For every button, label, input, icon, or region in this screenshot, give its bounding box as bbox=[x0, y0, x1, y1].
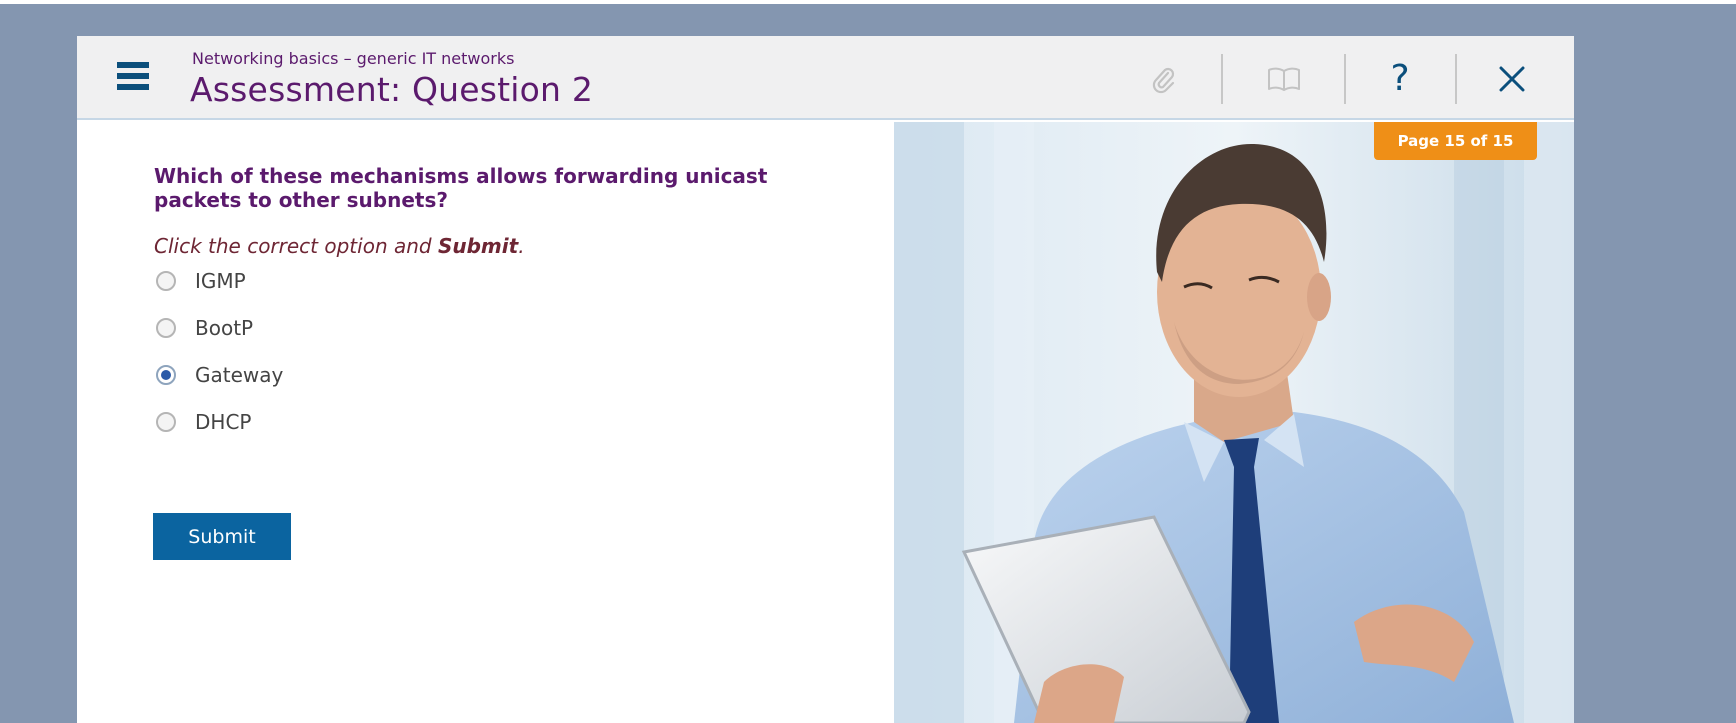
option-label: DHCP bbox=[195, 410, 252, 434]
menu-icon[interactable] bbox=[117, 62, 149, 94]
help-icon[interactable]: ? bbox=[1375, 54, 1425, 104]
radio-button-selected[interactable] bbox=[156, 365, 176, 385]
page-title: Assessment: Question 2 bbox=[190, 70, 594, 109]
course-window: Networking basics – generic IT networks … bbox=[77, 36, 1574, 723]
radio-button[interactable] bbox=[156, 412, 176, 432]
instruction-text: Click the correct option and Submit. bbox=[154, 234, 525, 258]
option-dhcp[interactable]: DHCP bbox=[156, 407, 251, 437]
radio-button[interactable] bbox=[156, 318, 176, 338]
course-subtitle: Networking basics – generic IT networks bbox=[192, 49, 515, 68]
option-label: Gateway bbox=[195, 363, 284, 387]
option-bootp[interactable]: BootP bbox=[156, 313, 253, 343]
header-bar: Networking basics – generic IT networks … bbox=[77, 36, 1574, 120]
question-text: Which of these mechanisms allows forward… bbox=[154, 164, 768, 212]
paperclip-icon[interactable] bbox=[1138, 54, 1188, 104]
option-gateway[interactable]: Gateway bbox=[156, 360, 283, 390]
instruction-prefix: Click the correct option and bbox=[154, 234, 438, 258]
radio-button[interactable] bbox=[156, 271, 176, 291]
instruction-submit-word: Submit bbox=[437, 234, 519, 258]
browser-top-strip bbox=[0, 0, 1736, 4]
toolbar-divider bbox=[1221, 54, 1223, 104]
option-igmp[interactable]: IGMP bbox=[156, 266, 246, 296]
book-icon[interactable] bbox=[1259, 54, 1309, 104]
option-label: BootP bbox=[195, 316, 254, 340]
question-panel: Which of these mechanisms allows forward… bbox=[77, 122, 894, 723]
instruction-suffix: . bbox=[518, 234, 525, 258]
submit-button[interactable]: Submit bbox=[153, 513, 291, 560]
businessman-tablet-photo bbox=[894, 122, 1574, 723]
toolbar-divider bbox=[1455, 54, 1457, 104]
close-icon[interactable] bbox=[1487, 54, 1537, 104]
toolbar-divider bbox=[1344, 54, 1346, 104]
option-label: IGMP bbox=[195, 269, 246, 293]
page-counter-badge: Page 15 of 15 bbox=[1374, 122, 1537, 160]
